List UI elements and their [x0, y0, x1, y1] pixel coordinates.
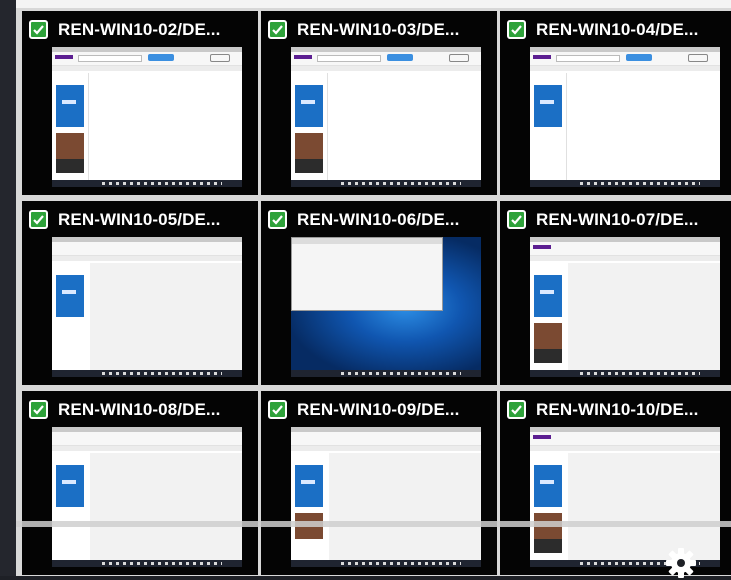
tile-title: REN-WIN10-05/DE... [58, 210, 221, 229]
tile-header: REN-WIN10-02/DE... [22, 11, 258, 45]
checkmark-icon [272, 25, 283, 35]
tile-checkbox[interactable] [268, 20, 287, 39]
gear-icon[interactable] [664, 546, 698, 580]
tile-checkbox[interactable] [29, 210, 48, 229]
checkmark-icon [511, 25, 522, 35]
tile-checkbox[interactable] [29, 20, 48, 39]
screen-thumbnail[interactable] [52, 237, 242, 377]
screen-thumbnail[interactable] [291, 47, 481, 187]
tile-title: REN-WIN10-02/DE... [58, 20, 221, 39]
tile-header: REN-WIN10-09/DE... [261, 391, 497, 425]
tile-checkbox[interactable] [507, 210, 526, 229]
tile-header: REN-WIN10-08/DE... [22, 391, 258, 425]
tile-header: REN-WIN10-03/DE... [261, 11, 497, 45]
screen-thumbnail[interactable] [52, 47, 242, 187]
device-tile[interactable]: REN-WIN10-07/DE... [500, 201, 731, 385]
screen-thumbnail[interactable] [530, 237, 720, 377]
tile-header: REN-WIN10-04/DE... [500, 11, 731, 45]
horizontal-scrollbar[interactable] [16, 521, 731, 527]
checkmark-icon [511, 405, 522, 415]
tile-checkbox[interactable] [507, 400, 526, 419]
tile-checkbox[interactable] [507, 20, 526, 39]
tile-title: REN-WIN10-09/DE... [297, 400, 460, 419]
tile-title: REN-WIN10-04/DE... [536, 20, 699, 39]
device-tile[interactable]: REN-WIN10-06/DE... [261, 201, 497, 385]
tile-header: REN-WIN10-10/DE... [500, 391, 731, 425]
device-tile[interactable]: REN-WIN10-03/DE... [261, 11, 497, 195]
checkmark-icon [33, 25, 44, 35]
tile-header: REN-WIN10-06/DE... [261, 201, 497, 235]
screen-thumbnail[interactable] [291, 237, 481, 377]
device-tile[interactable]: REN-WIN10-09/DE... [261, 391, 497, 575]
checkmark-icon [272, 405, 283, 415]
device-tile[interactable]: REN-WIN10-04/DE... [500, 11, 731, 195]
screen-thumbnail[interactable] [52, 427, 242, 567]
screen-thumbnail[interactable] [530, 47, 720, 187]
tile-header: REN-WIN10-07/DE... [500, 201, 731, 235]
top-edge [16, 0, 731, 8]
tile-title: REN-WIN10-10/DE... [536, 400, 699, 419]
tile-title: REN-WIN10-03/DE... [297, 20, 460, 39]
device-tile[interactable]: REN-WIN10-02/DE... [22, 11, 258, 195]
device-tile[interactable]: REN-WIN10-08/DE... [22, 391, 258, 575]
checkmark-icon [33, 215, 44, 225]
checkmark-icon [272, 215, 283, 225]
tile-checkbox[interactable] [29, 400, 48, 419]
tile-checkbox[interactable] [268, 210, 287, 229]
tile-header: REN-WIN10-05/DE... [22, 201, 258, 235]
left-edge [0, 0, 16, 576]
screen-thumbnail[interactable] [291, 427, 481, 567]
checkmark-icon [33, 405, 44, 415]
tile-title: REN-WIN10-08/DE... [58, 400, 221, 419]
tile-checkbox[interactable] [268, 400, 287, 419]
tile-title: REN-WIN10-07/DE... [536, 210, 699, 229]
device-tile[interactable]: REN-WIN10-05/DE... [22, 201, 258, 385]
checkmark-icon [511, 215, 522, 225]
tile-title: REN-WIN10-06/DE... [297, 210, 460, 229]
